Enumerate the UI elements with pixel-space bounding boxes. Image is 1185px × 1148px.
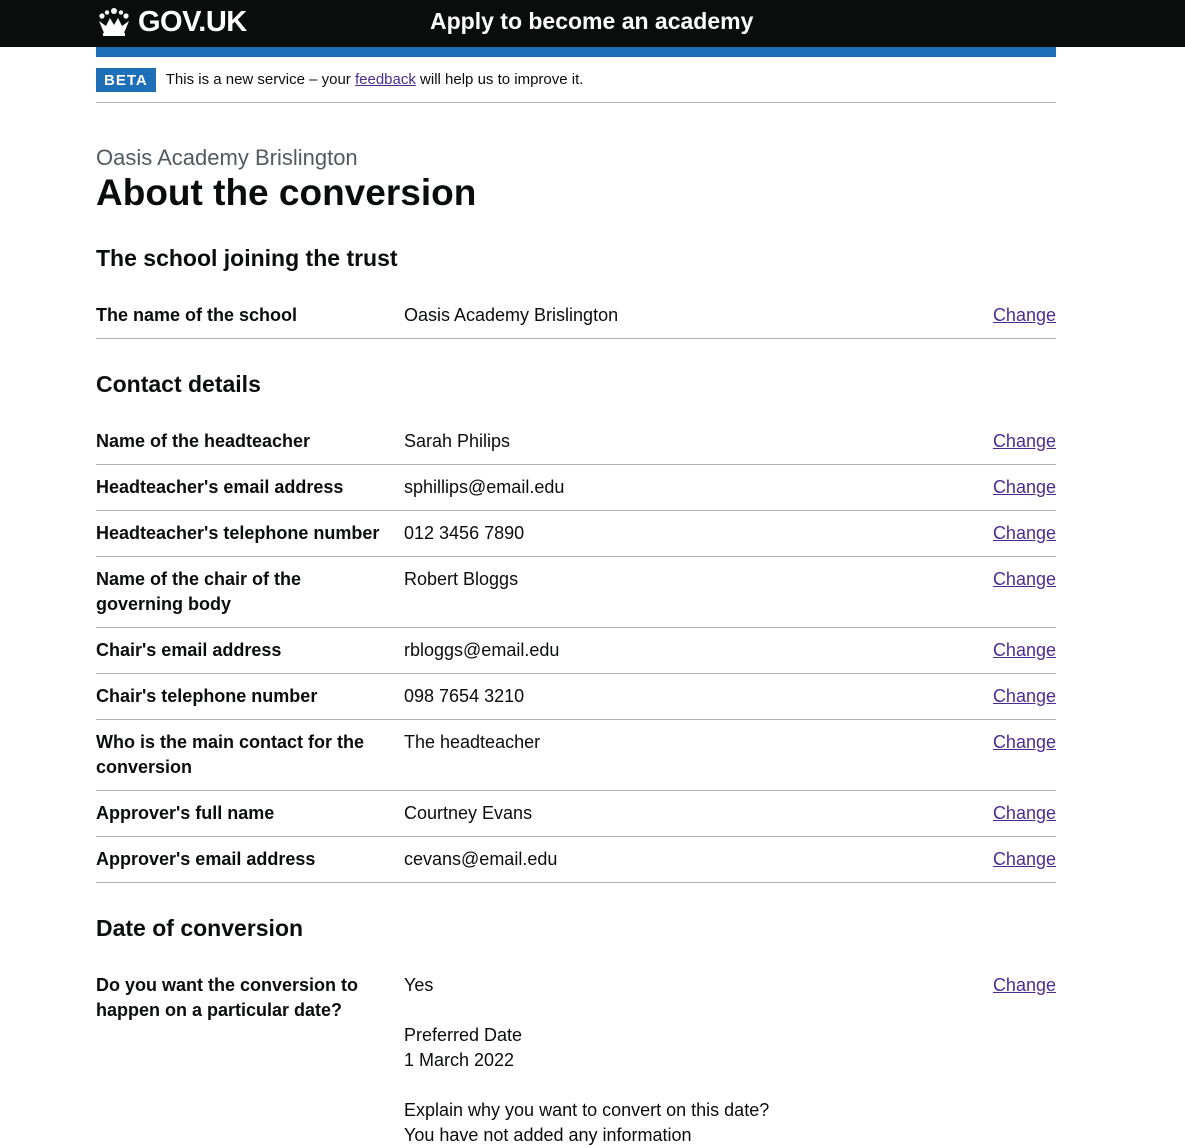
service-name-link[interactable]: Apply to become an academy <box>430 8 753 35</box>
change-link[interactable]: Change <box>993 801 1056 826</box>
row-value: Courtney Evans <box>404 803 533 823</box>
change-link[interactable]: Change <box>993 684 1056 709</box>
summary-row-conversion-date: Do you want the conversion to happen on … <box>96 973 1056 1145</box>
summary-row-headteacher-phone: Headteacher's telephone number 012 3456 … <box>96 521 1056 557</box>
change-link[interactable]: Change <box>993 521 1056 546</box>
section-heading-date: Date of conversion <box>96 915 304 941</box>
header-blue-bar <box>96 47 1056 57</box>
preferred-date-value: 1 March 2022 <box>404 1050 515 1070</box>
summary-row-school-name: The name of the school Oasis Academy Bri… <box>96 303 1056 339</box>
reason-value: You have not added any information <box>404 1125 692 1145</box>
row-key: Approver's full name <box>96 803 275 823</box>
row-value: 098 7654 3210 <box>404 686 525 706</box>
summary-row-main-contact: Who is the main contact for the conversi… <box>96 730 1056 791</box>
row-value: cevans@email.edu <box>404 849 558 869</box>
row-key: Name of the chair of the governing body <box>96 569 302 614</box>
row-key: Chair's email address <box>96 640 282 660</box>
reason-label: Explain why you want to convert on this … <box>404 1100 770 1120</box>
page-caption: Oasis Academy Brislington <box>96 145 358 170</box>
govuk-logo-text: GOV.UK <box>138 5 247 38</box>
row-key: Headteacher's email address <box>96 477 344 497</box>
summary-row-approver-name: Approver's full name Courtney Evans Chan… <box>96 801 1056 837</box>
summary-row-chair-email: Chair's email address rbloggs@email.edu … <box>96 638 1056 674</box>
row-key: Headteacher's telephone number <box>96 523 380 543</box>
summary-row-approver-email: Approver's email address cevans@email.ed… <box>96 847 1056 883</box>
row-key: Chair's telephone number <box>96 686 318 706</box>
row-value: Sarah Philips <box>404 431 511 451</box>
site-header: GOV.UK Apply to become an academy <box>0 0 1185 47</box>
row-value: sphillips@email.edu <box>404 477 565 497</box>
beta-tag: BETA <box>96 67 156 92</box>
row-key: Name of the headteacher <box>96 431 311 451</box>
phase-banner: BETA This is a new service – your feedba… <box>96 57 1056 103</box>
change-link[interactable]: Change <box>993 847 1056 872</box>
change-link[interactable]: Change <box>993 303 1056 328</box>
row-value: Robert Bloggs <box>404 569 519 589</box>
change-link[interactable]: Change <box>993 973 1056 998</box>
change-link[interactable]: Change <box>993 638 1056 663</box>
row-key: Do you want the conversion to happen on … <box>96 975 359 1020</box>
preferred-date-label: Preferred Date <box>404 1025 523 1045</box>
summary-row-chair-phone: Chair's telephone number 098 7654 3210 C… <box>96 684 1056 720</box>
section-heading-contact: Contact details <box>96 371 261 397</box>
row-key: The name of the school <box>96 305 298 325</box>
row-value: Oasis Academy Brislington <box>404 305 619 325</box>
change-link[interactable]: Change <box>993 730 1056 755</box>
change-link[interactable]: Change <box>993 429 1056 454</box>
row-value: Yes Preferred Date 1 March 2022 Explain … <box>404 973 964 1148</box>
phase-text-before: This is a new service – your <box>165 71 355 88</box>
page-title: About the conversion <box>96 172 477 213</box>
row-value: 012 3456 7890 <box>404 523 525 543</box>
summary-row-chair-name: Name of the chair of the governing body … <box>96 567 1056 628</box>
phase-banner-text: This is a new service – your feedback wi… <box>166 71 584 88</box>
row-value: The headteacher <box>404 732 541 752</box>
summary-row-headteacher-email: Headteacher's email address sphillips@em… <box>96 475 1056 511</box>
phase-text-after: will help us to improve it. <box>415 71 584 88</box>
feedback-link[interactable]: feedback <box>355 71 416 88</box>
section-heading-school: The school joining the trust <box>96 245 398 271</box>
summary-row-headteacher-name: Name of the headteacher Sarah Philips Ch… <box>96 429 1056 465</box>
row-key: Approver's email address <box>96 849 316 869</box>
row-value: rbloggs@email.edu <box>404 640 560 660</box>
govuk-logo-link[interactable]: GOV.UK <box>96 5 247 39</box>
row-key: Who is the main contact for the conversi… <box>96 732 365 777</box>
change-link[interactable]: Change <box>993 567 1056 592</box>
crown-icon <box>96 7 132 37</box>
change-link[interactable]: Change <box>993 475 1056 500</box>
conversion-date-answer: Yes <box>404 975 434 995</box>
